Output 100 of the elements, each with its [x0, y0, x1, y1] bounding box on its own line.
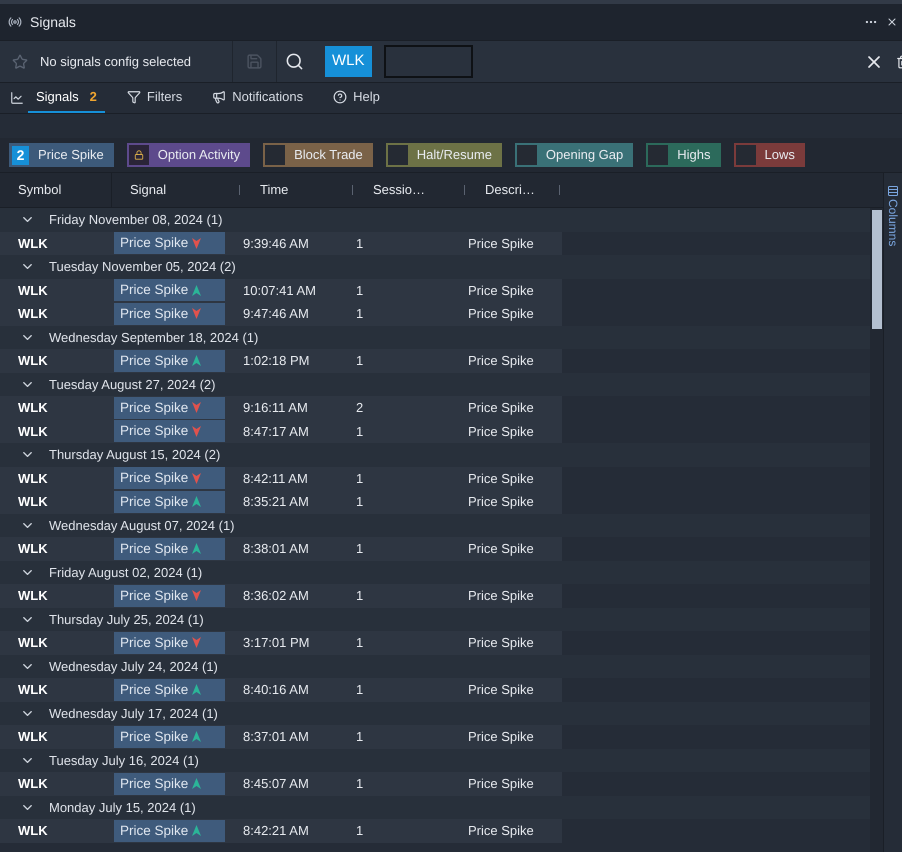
table-cell-text: WLK [17, 493, 49, 511]
signal-pill: Price Spike [114, 467, 225, 490]
table-cell-text: 1 [356, 681, 364, 699]
table-cell-text: Price Spike [468, 540, 534, 558]
checkbox[interactable] [736, 145, 756, 165]
table-cell-text: 1 [356, 822, 364, 840]
column-header[interactable]: Signal [130, 180, 166, 200]
config-label: No signals config selected [40, 52, 192, 71]
table-cell-text: 10:07:41 AM [243, 282, 317, 300]
table-cell-text: 8:37:01 AM [243, 728, 310, 746]
date-group-header[interactable]: Wednesday July 24, 2024 (1) [0, 654, 870, 678]
signal-type-chip[interactable]: Lows [734, 143, 805, 167]
table-cell-text: 1 [356, 540, 364, 558]
checkbox[interactable] [265, 145, 286, 165]
date-group-header[interactable]: Thursday August 15, 2024 (2) [0, 443, 870, 466]
date-group-header[interactable]: Wednesday September 18, 2024 (1) [0, 326, 870, 349]
signal-type-chip[interactable]: Option Activity [126, 143, 250, 167]
signal-pill: Price Spike [114, 420, 225, 442]
date-group-header[interactable]: Wednesday August 07, 2024 (1) [0, 514, 870, 537]
star-icon[interactable] [12, 54, 28, 70]
close-icon[interactable] [886, 16, 898, 28]
table-cell-text: Price Spike [468, 422, 534, 441]
column-header[interactable]: Symbol [18, 180, 62, 200]
signal-row[interactable]: WLK Price Spike 3:17:01 PM 1 Price Spike [0, 631, 562, 654]
window-title: Signals [30, 12, 76, 32]
columns-panel-toggle[interactable]: Columns [884, 185, 902, 246]
date-group-header[interactable]: Friday August 02, 2024 (1) [0, 560, 870, 584]
table-cell-text: WLK [17, 634, 49, 652]
table-cell-text: 1 [356, 493, 364, 511]
table-cell-text: Price Spike [468, 728, 534, 746]
table-cell-text: WLK [17, 282, 49, 300]
scrollbar-thumb[interactable] [872, 210, 882, 329]
table-cell-text: Price Spike [468, 587, 534, 605]
signal-type-chip[interactable]: Opening Gap [514, 143, 634, 167]
tab[interactable]: Filters [118, 83, 190, 113]
signal-row[interactable]: WLK Price Spike 8:47:17 AM 1 Price Spike [0, 420, 562, 443]
signal-row[interactable]: WLK Price Spike 10:07:41 AM 1 Price Spike [0, 278, 562, 302]
table-cell-text: WLK [17, 681, 49, 699]
save-icon[interactable] [246, 53, 263, 70]
table-cell-text: Price Spike [468, 399, 534, 417]
signal-row[interactable]: WLK Price Spike 8:42:21 AM 1 Price Spike [0, 819, 562, 842]
signal-row[interactable]: WLK Price Spike 8:38:01 AM 1 Price Spike [0, 537, 562, 560]
table-cell-text: 1 [356, 634, 364, 652]
signal-row[interactable]: WLK Price Spike 8:42:11 AM 1 Price Spike [0, 466, 562, 490]
tab[interactable]: Notifications [204, 83, 312, 113]
table-cell-text: 8:40:16 AM [243, 681, 310, 699]
signal-pill: Price Spike [114, 350, 225, 372]
table-cell-text: 1 [356, 775, 364, 793]
tab[interactable]: Help [325, 83, 388, 113]
signal-row[interactable]: WLK Price Spike 8:45:07 AM 1 Price Spike [0, 772, 562, 796]
date-group-header[interactable]: Friday November 08, 2024 (1) [0, 208, 870, 232]
table-cell-text: Price Spike [468, 282, 534, 300]
symbol-input[interactable] [384, 45, 473, 78]
tab[interactable]: Signals 2 [28, 83, 105, 113]
signal-pill: Price Spike [114, 678, 225, 701]
signal-pill: Price Spike [114, 490, 225, 513]
signal-row[interactable]: WLK Price Spike 8:40:16 AM 1 Price Spike [0, 678, 562, 702]
date-group-header[interactable]: Tuesday August 27, 2024 (2) [0, 372, 870, 396]
signal-row[interactable]: WLK Price Spike 9:16:11 AM 2 Price Spike [0, 396, 562, 420]
table-cell-text: 1 [356, 282, 364, 300]
table-cell-text: 1:02:18 PM [243, 352, 310, 370]
table-cell-text: 8:36:02 AM [243, 587, 310, 605]
signal-row[interactable]: WLK Price Spike 1:02:18 PM 1 Price Spike [0, 349, 562, 372]
table-cell-text: 8:38:01 AM [243, 540, 310, 558]
table-cell-text: Price Spike [468, 352, 534, 370]
table-cell-text: Price Spike [468, 234, 534, 253]
table-cell-text: WLK [17, 470, 49, 488]
signal-row[interactable]: WLK Price Spike 8:37:01 AM 1 Price Spike [0, 725, 562, 748]
date-group-header[interactable]: Tuesday July 16, 2024 (1) [0, 748, 870, 772]
column-header[interactable]: Sessio… [373, 180, 426, 200]
table-cell-text: WLK [17, 234, 49, 252]
table-cell-text: 3:17:01 PM [243, 634, 310, 652]
signal-type-chip[interactable]: Highs [646, 143, 721, 167]
signal-pill: Price Spike [114, 538, 225, 560]
checkbox[interactable] [388, 145, 408, 165]
table-cell-text: WLK [17, 587, 49, 605]
checkbox[interactable] [648, 145, 668, 165]
column-header[interactable]: Descri… [485, 180, 535, 200]
column-header[interactable]: Time [260, 180, 288, 200]
signal-type-chip[interactable]: 2 Price Spike [9, 143, 114, 167]
signal-pill: Price Spike [114, 302, 225, 325]
table-cell-text: Price Spike [468, 681, 534, 699]
signal-row[interactable]: WLK Price Spike 8:35:21 AM 1 Price Spike [0, 490, 562, 514]
table-cell-text: 9:47:46 AM [243, 305, 310, 323]
table-cell-text: Price Spike [468, 634, 534, 652]
date-group-header[interactable]: Wednesday July 17, 2024 (1) [0, 702, 870, 725]
date-group-header[interactable]: Thursday July 25, 2024 (1) [0, 608, 870, 631]
table-cell-text: 2 [356, 399, 364, 417]
date-group-header[interactable]: Tuesday November 05, 2024 (2) [0, 255, 870, 278]
signal-type-chip[interactable]: Block Trade [263, 143, 373, 167]
date-group-header[interactable]: Monday July 15, 2024 (1) [0, 796, 870, 819]
signal-row[interactable]: WLK Price Spike 8:36:02 AM 1 Price Spike [0, 584, 562, 608]
table-cell-text: WLK [17, 822, 49, 840]
count-badge: 2 [12, 146, 29, 164]
signal-row[interactable]: WLK Price Spike 9:47:46 AM 1 Price Spike [0, 302, 562, 326]
signal-row[interactable]: WLK Price Spike 9:39:46 AM 1 Price Spike [0, 232, 562, 255]
line-chart-icon [10, 91, 24, 105]
signal-type-chip[interactable]: Halt/Resume [386, 143, 502, 167]
checkbox[interactable] [516, 145, 537, 165]
search-icon[interactable] [285, 52, 304, 71]
